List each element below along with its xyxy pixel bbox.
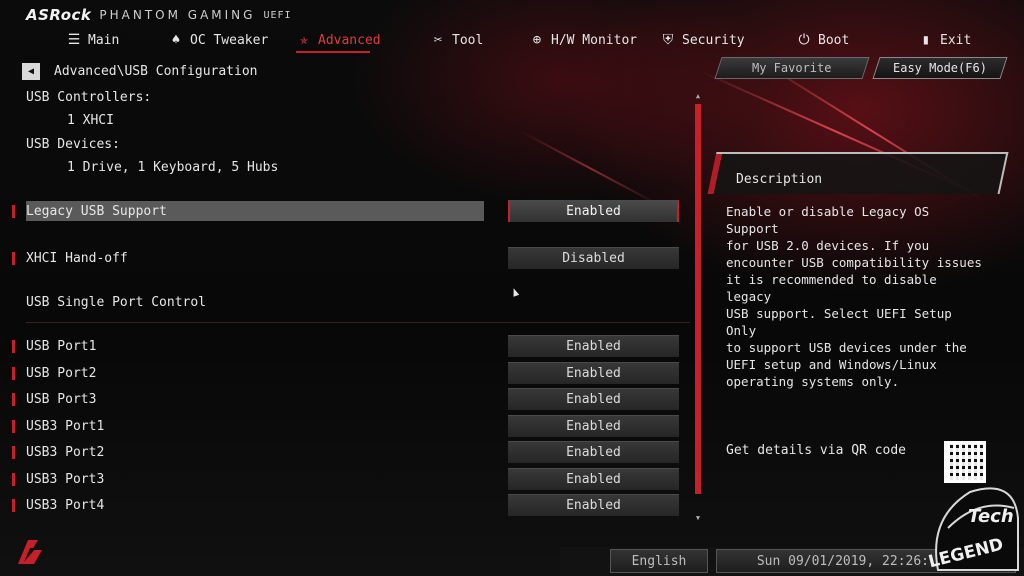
brand-logo: ASRock PHANTOM GAMING UEFI	[26, 6, 292, 24]
tools-icon: ✂	[433, 32, 443, 48]
section-divider	[26, 322, 690, 323]
scroll-up-icon[interactable]: ▲	[693, 92, 703, 100]
back-button[interactable]: ◀	[22, 63, 40, 80]
crosshair-icon: ⊕	[532, 32, 542, 48]
setting-marker	[12, 393, 15, 406]
easy-mode-button[interactable]: Easy Mode(F6)	[872, 57, 1008, 79]
tab-label: Boot	[818, 32, 850, 48]
xhci-hand-off-value[interactable]: Disabled	[508, 247, 679, 269]
tab-label: Main	[88, 32, 120, 48]
setting-label: USB Port1	[26, 338, 97, 354]
setting-marker	[12, 340, 15, 353]
setting-legacy-usb-support[interactable]: Legacy USB Support	[26, 201, 484, 221]
phantom-gaming-logo-icon	[18, 540, 42, 564]
power-icon: ⏻	[798, 32, 810, 48]
usb-controllers-value: 1 XHCI	[67, 113, 114, 128]
main-nav: ☰ Main ♠ OC Tweaker ✯ Advanced ✂ Tool ⊕ …	[0, 28, 1024, 54]
tab-tool[interactable]: ✂ Tool	[430, 28, 484, 52]
tab-security[interactable]: ⛨ Security	[660, 28, 745, 52]
usb-devices-label: USB Devices:	[26, 137, 120, 152]
scrollbar[interactable]: ▲ ▼	[693, 92, 703, 522]
setting-usb-port1[interactable]: USB Port1	[26, 336, 96, 356]
back-arrow-icon: ◀	[27, 66, 35, 77]
description-title: Description	[736, 172, 823, 187]
uefi-label: UEFI	[263, 9, 292, 21]
setting-label: Legacy USB Support	[26, 203, 167, 219]
tab-oc-tweaker[interactable]: ♠ OC Tweaker	[168, 28, 269, 52]
breadcrumb: Advanced\USB Configuration	[54, 64, 258, 79]
usb-devices-value: 1 Drive, 1 Keyboard, 5 Hubs	[67, 160, 279, 175]
usb3-port3-value[interactable]: Enabled	[508, 468, 679, 490]
qr-code-label: Get details via QR code	[726, 443, 907, 458]
setting-usb-port2[interactable]: USB Port2	[26, 363, 96, 383]
list-icon: ☰	[67, 32, 81, 48]
setting-label: USB3 Port4	[26, 497, 105, 513]
setting-marker	[12, 473, 15, 486]
scrollbar-thumb[interactable]	[695, 104, 701, 494]
setting-label: USB Port3	[26, 391, 97, 407]
qr-code-icon	[944, 441, 986, 483]
setting-marker	[12, 499, 15, 512]
setting-usb3-port4[interactable]: USB3 Port4	[26, 495, 104, 515]
usb-controllers-label: USB Controllers:	[26, 90, 152, 105]
setting-usb3-port3[interactable]: USB3 Port3	[26, 469, 104, 489]
brand-name: ASRock	[26, 6, 92, 24]
section-title: USB Single Port Control	[26, 294, 207, 310]
tab-boot[interactable]: ⏻ Boot	[796, 28, 849, 52]
active-tab-underline	[296, 51, 370, 53]
description-text: Enable or disable Legacy OS Support for …	[726, 204, 982, 389]
usb-port3-value[interactable]: Enabled	[508, 388, 679, 410]
setting-xhci-hand-off[interactable]: XHCI Hand-off	[26, 248, 128, 268]
tab-label: Security	[682, 32, 745, 48]
scroll-down-icon[interactable]: ▼	[693, 514, 703, 522]
setting-marker	[12, 367, 15, 380]
language-button[interactable]: English	[610, 549, 708, 573]
setting-marker	[12, 420, 15, 433]
tech-legend-watermark-icon: Tech LEGEND	[927, 487, 1019, 572]
tab-main[interactable]: ☰ Main	[66, 28, 120, 52]
setting-marker	[12, 205, 15, 218]
usb3-port1-value[interactable]: Enabled	[508, 415, 679, 437]
tab-label: Tool	[452, 32, 484, 48]
exit-icon: ▮	[921, 32, 931, 48]
easy-mode-label: Easy Mode(F6)	[893, 61, 987, 75]
tab-label: Advanced	[318, 32, 381, 48]
usb-port1-value[interactable]: Enabled	[508, 335, 679, 357]
my-favorite-button[interactable]: My Favorite	[714, 57, 870, 79]
setting-label: USB3 Port2	[26, 444, 105, 460]
setting-label: USB3 Port1	[26, 418, 105, 434]
setting-label: USB3 Port3	[26, 471, 105, 487]
product-name: PHANTOM GAMING	[99, 8, 256, 22]
rocket-icon: ♠	[171, 32, 181, 48]
usb3-port2-value[interactable]: Enabled	[508, 441, 679, 463]
watermark-line1: Tech	[968, 506, 1014, 527]
tab-label: H/W Monitor	[551, 32, 638, 48]
usb-port2-value[interactable]: Enabled	[508, 362, 679, 384]
setting-usb3-port1[interactable]: USB3 Port1	[26, 416, 104, 436]
setting-marker	[12, 446, 15, 459]
tab-label: OC Tweaker	[190, 32, 269, 48]
tab-hw-monitor[interactable]: ⊕ H/W Monitor	[529, 28, 637, 52]
shield-icon: ⛨	[662, 32, 674, 48]
setting-usb-port3[interactable]: USB Port3	[26, 389, 96, 409]
setting-usb3-port2[interactable]: USB3 Port2	[26, 442, 104, 462]
my-favorite-label: My Favorite	[752, 61, 832, 75]
setting-label: USB Port2	[26, 365, 97, 381]
star-icon: ✯	[299, 32, 309, 48]
tab-label: Exit	[940, 32, 972, 48]
tab-advanced[interactable]: ✯ Advanced	[296, 28, 381, 52]
usb3-port4-value[interactable]: Enabled	[508, 494, 679, 516]
setting-label: XHCI Hand-off	[26, 250, 128, 266]
tab-exit[interactable]: ▮ Exit	[918, 28, 972, 52]
setting-marker	[12, 252, 15, 265]
legacy-usb-support-value[interactable]: Enabled	[508, 200, 679, 222]
